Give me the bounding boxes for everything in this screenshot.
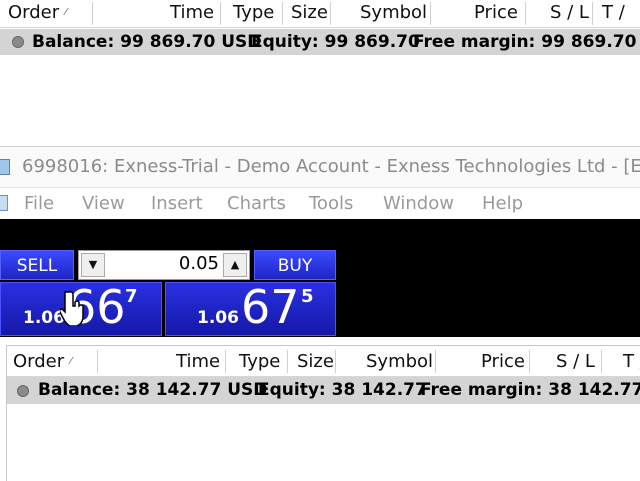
col-price[interactable]: Price xyxy=(481,349,525,376)
balance-text: Balance: 38 142.77 USD xyxy=(38,380,268,400)
col-sl[interactable]: S / L xyxy=(550,0,589,27)
menu-charts[interactable]: Charts xyxy=(227,193,286,214)
top-balance-row[interactable]: Balance: 99 869.70 USD Equity: 99 869.70… xyxy=(0,29,640,55)
col-tp[interactable]: T / xyxy=(623,349,640,376)
col-tp[interactable]: T / xyxy=(602,0,625,27)
balance-icon xyxy=(12,36,24,48)
col-order-label: Order xyxy=(8,2,60,23)
col-time[interactable]: Time xyxy=(176,349,220,376)
buy-price-sup: 5 xyxy=(301,286,314,307)
window-titlebar[interactable]: 6998016: Exness-Trial - Demo Account - E… xyxy=(0,146,640,187)
equity-text: Equity: 38 142.77 xyxy=(258,380,427,400)
col-order[interactable]: Order ⁄ xyxy=(13,349,72,376)
buy-price-button[interactable]: 1.06 67 5 xyxy=(165,280,336,336)
col-time[interactable]: Time xyxy=(170,0,214,27)
top-terminal-header: Order ⁄ Time Type Size Symbol Price S / L… xyxy=(0,0,640,28)
hand-cursor-icon xyxy=(60,291,84,326)
volume-input[interactable]: ▼ ▲ 0.05 xyxy=(78,250,250,280)
app-icon xyxy=(0,159,10,175)
document-icon[interactable] xyxy=(0,195,8,211)
sell-button[interactable]: SELL xyxy=(0,250,74,280)
menu-bar: File View Insert Charts Tools Window Hel… xyxy=(0,187,640,220)
bottom-terminal: Order ⁄ Time Type Size Symbol Price S / L… xyxy=(6,345,640,481)
menu-view[interactable]: View xyxy=(82,193,125,214)
balance-icon xyxy=(17,385,29,397)
free-margin-text: Free margin: 38 142.77 xyxy=(420,380,640,400)
col-type[interactable]: Type xyxy=(239,349,280,376)
volume-value: 0.05 xyxy=(178,253,219,274)
spin-up-icon[interactable]: ▲ xyxy=(223,253,247,277)
equity-text: Equity: 99 869.70 xyxy=(251,32,420,52)
balance-text: Balance: 99 869.70 USD xyxy=(32,32,262,52)
window-title: 6998016: Exness-Trial - Demo Account - E… xyxy=(22,156,640,177)
chart-area[interactable]: SELL ▼ ▲ 0.05 BUY 1.06 66 7 1.06 67 5 xyxy=(0,219,640,337)
sell-price-sup: 7 xyxy=(125,286,138,307)
bottom-balance-row[interactable]: Balance: 38 142.77 USD Equity: 38 142.77… xyxy=(7,377,640,404)
buy-price-prefix: 1.06 xyxy=(197,308,239,328)
col-symbol[interactable]: Symbol xyxy=(366,349,433,376)
col-type[interactable]: Type xyxy=(233,0,274,27)
buy-button[interactable]: BUY xyxy=(254,250,336,280)
menu-tools[interactable]: Tools xyxy=(309,193,353,214)
free-margin-text: Free margin: 99 869.70 xyxy=(413,32,637,52)
col-order[interactable]: Order ⁄ xyxy=(8,0,67,27)
menu-insert[interactable]: Insert xyxy=(151,193,203,214)
bottom-terminal-header: Order ⁄ Time Type Size Symbol Price S / L… xyxy=(7,346,640,377)
col-size[interactable]: Size xyxy=(291,0,328,27)
menu-file[interactable]: File xyxy=(24,193,54,214)
col-sl[interactable]: S / L xyxy=(556,349,595,376)
col-symbol[interactable]: Symbol xyxy=(360,0,427,27)
sell-price-prefix: 1.06 xyxy=(23,308,65,328)
menu-help[interactable]: Help xyxy=(482,193,523,214)
col-size[interactable]: Size xyxy=(297,349,334,376)
sort-icon: ⁄ xyxy=(65,7,67,18)
menu-window[interactable]: Window xyxy=(383,193,454,214)
sort-icon: ⁄ xyxy=(70,356,72,367)
col-price[interactable]: Price xyxy=(474,0,518,27)
buy-price-big: 67 xyxy=(241,280,300,334)
col-order-label: Order xyxy=(13,351,65,372)
spin-down-icon[interactable]: ▼ xyxy=(81,253,105,277)
